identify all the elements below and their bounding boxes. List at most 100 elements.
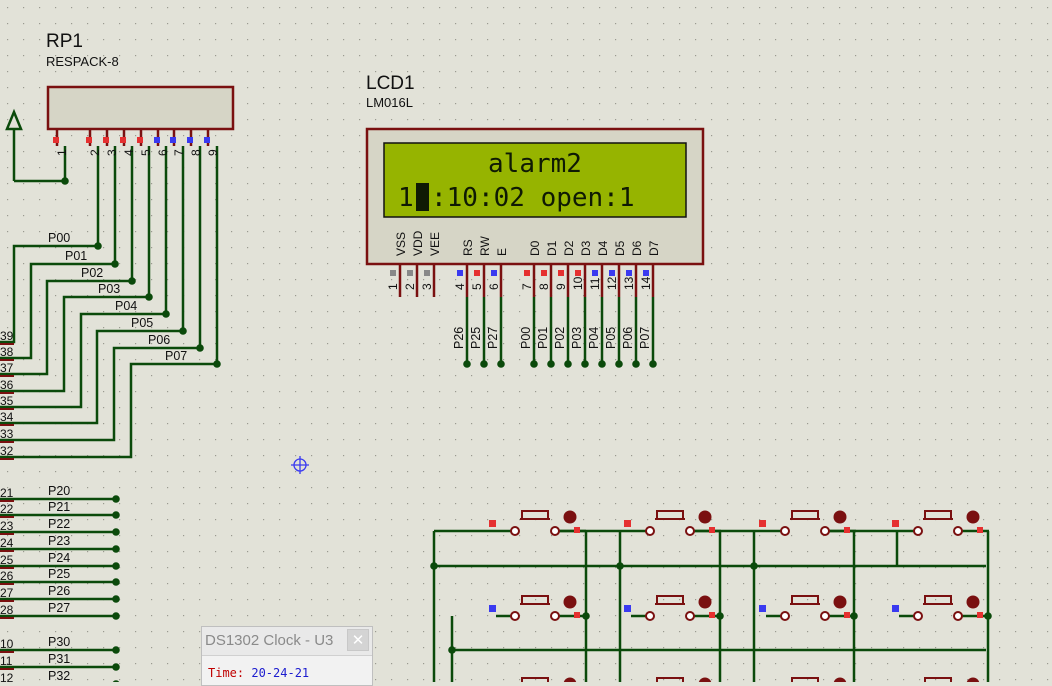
lcd-pin-number: 13 (622, 276, 636, 290)
junction-dot (463, 360, 471, 368)
pin-state-indicator (759, 605, 766, 612)
button-state-icon (698, 510, 712, 524)
button-state-icon (966, 510, 980, 524)
rp1-pin-number: 5 (139, 149, 153, 156)
mcu-pin-11: 11 (0, 654, 13, 668)
lcd-pin-number: 12 (605, 276, 619, 290)
mcu-pin-39: 39 (0, 329, 14, 343)
net-label-p25: P25 (48, 567, 70, 581)
button-contact (685, 611, 695, 621)
button-contact (550, 526, 560, 536)
rp1-pin-number: 4 (122, 149, 136, 156)
junction-dot (112, 612, 120, 620)
junction-dot (547, 360, 555, 368)
pin-state-indicator (170, 137, 176, 143)
lcd-pin-name-vdd: VDD (411, 230, 425, 256)
button-state-icon (563, 510, 577, 524)
button-contact (550, 611, 560, 621)
lcd-pin-number: 3 (420, 283, 434, 290)
schematic-canvas[interactable]: RP1 RESPACK-8 123456789 LCD1 LM016L alar… (0, 0, 1052, 682)
lcd-net-label-p07: P07 (638, 327, 652, 349)
net-label-p30: P30 (48, 635, 70, 649)
lcd-cursor (416, 183, 429, 211)
lcd-net-label-p03: P03 (570, 327, 584, 349)
net-label-p07: P07 (165, 349, 187, 363)
junction-dot (112, 595, 120, 603)
junction-dot (61, 177, 69, 185)
rp1-ref: RP1 (46, 31, 83, 52)
pin-state-indicator (187, 137, 193, 143)
time-label: Time: (208, 666, 245, 680)
lcd-pin-number: 10 (571, 276, 585, 290)
junction-dot (598, 360, 606, 368)
rp1-pin-number: 2 (88, 149, 102, 156)
pin-state-indicator (103, 137, 109, 143)
button-contact (913, 526, 923, 536)
pin-state-indicator (137, 137, 143, 143)
mcu-pin-34: 34 (0, 410, 14, 424)
pin-state-indicator (541, 270, 547, 276)
junction-dot (111, 260, 119, 268)
pin-state-indicator (892, 520, 899, 527)
lcd-ref: LCD1 (366, 73, 415, 94)
pin-state-indicator (977, 527, 983, 533)
mcu-pin-23: 23 (0, 519, 14, 533)
junction-dot (112, 528, 120, 536)
button-contact (685, 526, 695, 536)
lcd-net-label-p05: P05 (604, 327, 618, 349)
pin-state-indicator (489, 520, 496, 527)
mcu-pin-28: 28 (0, 603, 14, 617)
junction-dot (112, 646, 120, 654)
net-label-p03: P03 (98, 282, 120, 296)
lcd-net-label-p26: P26 (452, 327, 466, 349)
button-state-icon (563, 595, 577, 609)
pin-state-indicator (977, 612, 983, 618)
lcd-net-label-p02: P02 (553, 327, 567, 349)
lcd-net-label-p04: P04 (587, 327, 601, 349)
pin-state-indicator (86, 137, 92, 143)
close-icon[interactable]: ✕ (347, 629, 369, 651)
mcu-pin-10: 10 (0, 637, 14, 651)
lcd-pin-name-rs: RS (461, 239, 475, 256)
ds1302-clock-window[interactable]: DS1302 Clock - U3 ✕ Time: 20-24-21 (201, 626, 373, 686)
lcd-pin-number: 14 (639, 276, 653, 290)
lcd-pin-number: 9 (554, 283, 568, 290)
pin-state-indicator (575, 270, 581, 276)
lcd-pin-name-d1: D1 (545, 240, 559, 256)
net-label-p27: P27 (48, 601, 70, 615)
junction-dot (112, 495, 120, 503)
net-label-p26: P26 (48, 584, 70, 598)
junction-dot (632, 360, 640, 368)
pin-state-indicator (120, 137, 126, 143)
net-label-p00: P00 (48, 231, 70, 245)
rp1-pin-number: 8 (189, 149, 203, 156)
pin-state-indicator (558, 270, 564, 276)
net-label-p06: P06 (148, 333, 170, 347)
lcd-pin-name-d3: D3 (579, 240, 593, 256)
lcd-line-1: alarm2 (488, 149, 582, 179)
mcu-pin-26: 26 (0, 569, 14, 583)
pin-state-indicator (709, 612, 715, 618)
popup-title-bar[interactable]: DS1302 Clock - U3 ✕ (202, 627, 372, 656)
net-label-p24: P24 (48, 551, 70, 565)
junction-dot (128, 277, 136, 285)
pin-state-indicator (474, 270, 480, 276)
mcu-pin-27: 27 (0, 586, 14, 600)
junction-dot (112, 578, 120, 586)
junction-dot (196, 344, 204, 352)
mcu-pin-37: 37 (0, 361, 14, 375)
lcd-pin-number: 7 (520, 283, 534, 290)
junction-dot (112, 562, 120, 570)
mcu-pin-24: 24 (0, 536, 14, 550)
lcd-pin-name-rw: RW (478, 236, 492, 256)
lcd-pin-number: 5 (470, 283, 484, 290)
junction-dot (984, 612, 992, 620)
rp1-pin-number: 7 (172, 149, 186, 156)
net-label-p32: P32 (48, 669, 70, 682)
mcu-pin-33: 33 (0, 427, 14, 441)
lcd-net-label-p01: P01 (536, 327, 550, 349)
button-contact (820, 526, 830, 536)
button-contact (780, 526, 790, 536)
junction-dot (145, 293, 153, 301)
button-contact (780, 611, 790, 621)
